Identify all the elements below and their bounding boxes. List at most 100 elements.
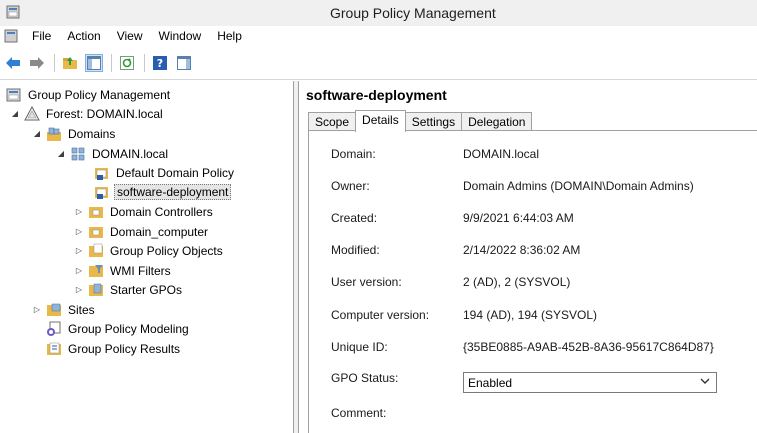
tab-settings[interactable]: Settings: [404, 112, 463, 131]
modified-value: 2/14/2022 8:36:02 AM: [463, 243, 581, 257]
title-bar: Group Policy Management: [0, 0, 757, 26]
folder-up-icon: [63, 56, 77, 69]
tree-item-domain-computer[interactable]: ▷ Domain_computer: [74, 222, 210, 241]
menu-bar: File Action View Window Help: [0, 26, 757, 46]
up-one-level-button[interactable]: [61, 54, 79, 72]
gpo-link-icon: [95, 167, 108, 180]
tree-item-gp-results[interactable]: Group Policy Results: [46, 339, 182, 358]
modeling-icon: [47, 321, 61, 336]
expand-chevron-icon[interactable]: ▷: [74, 227, 84, 237]
details-pane: software-deployment Scope Details Settin…: [300, 81, 757, 433]
forward-button[interactable]: [28, 54, 46, 72]
gpo-status-label: GPO Status:: [331, 371, 399, 385]
menu-file[interactable]: File: [24, 26, 59, 46]
tree-item-group-policy-objects[interactable]: ▷ Group Policy Objects: [74, 241, 225, 260]
tree-item-starter-gpos[interactable]: ▷ Starter GPOs: [74, 280, 184, 299]
toolbar-separator: [144, 53, 145, 72]
details-tab-panel: Domain: DOMAIN.local Owner: Domain Admin…: [308, 130, 757, 433]
console-tree-icon: [87, 55, 101, 70]
tree-label: DOMAIN.local: [92, 146, 169, 161]
expand-chevron-icon[interactable]: ▷: [32, 305, 42, 315]
gpo-status-select[interactable]: Enabled: [463, 372, 717, 393]
user-version-label: User version:: [331, 275, 402, 289]
collapse-chevron-icon[interactable]: ◢: [32, 129, 42, 139]
gpo-title: software-deployment: [306, 87, 447, 103]
created-label: Created:: [331, 211, 378, 225]
gpo-link-icon: [95, 186, 108, 199]
sites-folder-icon: [47, 303, 61, 316]
tab-strip: Scope Details Settings Delegation: [308, 109, 533, 132]
tree-label: software-deployment: [114, 183, 232, 200]
tree-item-default-domain-policy[interactable]: Default Domain Policy: [94, 163, 236, 182]
console-tree: Group Policy Management ◢ Forest: DOMAIN…: [0, 81, 294, 433]
tab-scope[interactable]: Scope: [308, 112, 357, 131]
back-button[interactable]: [4, 54, 22, 72]
ou-folder-icon: [89, 206, 103, 218]
domain-value: DOMAIN.local: [463, 147, 540, 161]
domain-icon: [71, 147, 85, 160]
computer-version-value: 194 (AD), 194 (SYSVOL): [463, 308, 598, 322]
tree-label: Sites: [68, 302, 95, 317]
tree-item-software-deployment[interactable]: software-deployment: [94, 182, 232, 201]
tree-item-forest[interactable]: ◢ Forest: DOMAIN.local: [10, 104, 165, 123]
help-icon: ?: [153, 55, 167, 70]
chevron-down-icon: [700, 378, 710, 384]
tree-item-domain-controllers[interactable]: ▷ Domain Controllers: [74, 202, 215, 221]
tree-label: Domain Controllers: [110, 204, 213, 219]
system-menu-icon[interactable]: [4, 29, 18, 43]
tree-item-sites[interactable]: ▷ Sites: [32, 300, 97, 319]
tree-item-gpm-root[interactable]: Group Policy Management: [6, 85, 172, 104]
tree-label: Domain_computer: [110, 224, 209, 239]
svg-text:?: ?: [157, 57, 163, 70]
tree-label: Group Policy Objects: [110, 243, 223, 258]
menu-action[interactable]: Action: [59, 26, 108, 46]
pane-splitter[interactable]: [294, 81, 299, 433]
toolbar-separator: [54, 53, 55, 72]
domain-label: Domain:: [331, 147, 376, 161]
expand-chevron-icon[interactable]: ▷: [74, 246, 84, 256]
modified-label: Modified:: [331, 243, 380, 257]
action-pane-icon: [177, 55, 191, 70]
show-hide-console-tree-button[interactable]: [85, 53, 103, 72]
help-button[interactable]: ?: [151, 54, 169, 72]
refresh-button[interactable]: [118, 54, 136, 72]
owner-label: Owner:: [331, 179, 370, 193]
menu-window[interactable]: Window: [151, 26, 210, 46]
user-version-value: 2 (AD), 2 (SYSVOL): [463, 275, 571, 289]
tree-label: Forest: DOMAIN.local: [46, 106, 163, 121]
gpo-folder-icon: [89, 243, 103, 257]
tab-details[interactable]: Details: [355, 110, 406, 132]
computer-version-label: Computer version:: [331, 308, 430, 322]
tree-label: Domains: [68, 126, 116, 141]
wmi-filter-folder-icon: [89, 264, 103, 277]
tree-item-domain-local[interactable]: ◢ DOMAIN.local: [56, 144, 170, 163]
tree-item-wmi-filters[interactable]: ▷ WMI Filters: [74, 261, 173, 280]
tree-label: Default Domain Policy: [116, 165, 235, 180]
show-action-pane-button[interactable]: [175, 54, 193, 72]
domains-icon: [47, 127, 61, 141]
forest-triangle-icon: [24, 105, 40, 120]
window-title: Group Policy Management: [330, 5, 496, 21]
collapse-chevron-icon[interactable]: ◢: [56, 149, 66, 159]
starter-gpo-folder-icon: [89, 283, 103, 296]
menu-view[interactable]: View: [109, 26, 151, 46]
tree-label: Group Policy Modeling: [68, 321, 189, 336]
refresh-icon: [120, 55, 134, 70]
expand-chevron-icon[interactable]: ▷: [74, 266, 84, 276]
forward-arrow-icon: [30, 56, 44, 69]
tab-delegation[interactable]: Delegation: [461, 112, 533, 131]
menu-help[interactable]: Help: [209, 26, 250, 46]
tree-item-domains[interactable]: ◢ Domains: [32, 124, 117, 143]
owner-value: Domain Admins (DOMAIN\Domain Admins): [463, 179, 694, 193]
back-arrow-icon: [6, 56, 20, 69]
tree-label: Starter GPOs: [110, 282, 183, 297]
gpo-status-value: Enabled: [468, 375, 513, 390]
unique-id-label: Unique ID:: [331, 340, 388, 354]
expand-chevron-icon[interactable]: ▷: [74, 285, 84, 295]
collapse-chevron-icon[interactable]: ◢: [10, 109, 20, 119]
tree-item-gp-modeling[interactable]: Group Policy Modeling: [46, 319, 191, 338]
toolbar-separator: [111, 53, 112, 72]
expand-chevron-icon[interactable]: ▷: [74, 207, 84, 217]
comment-label: Comment:: [331, 406, 387, 420]
results-icon: [47, 342, 61, 355]
